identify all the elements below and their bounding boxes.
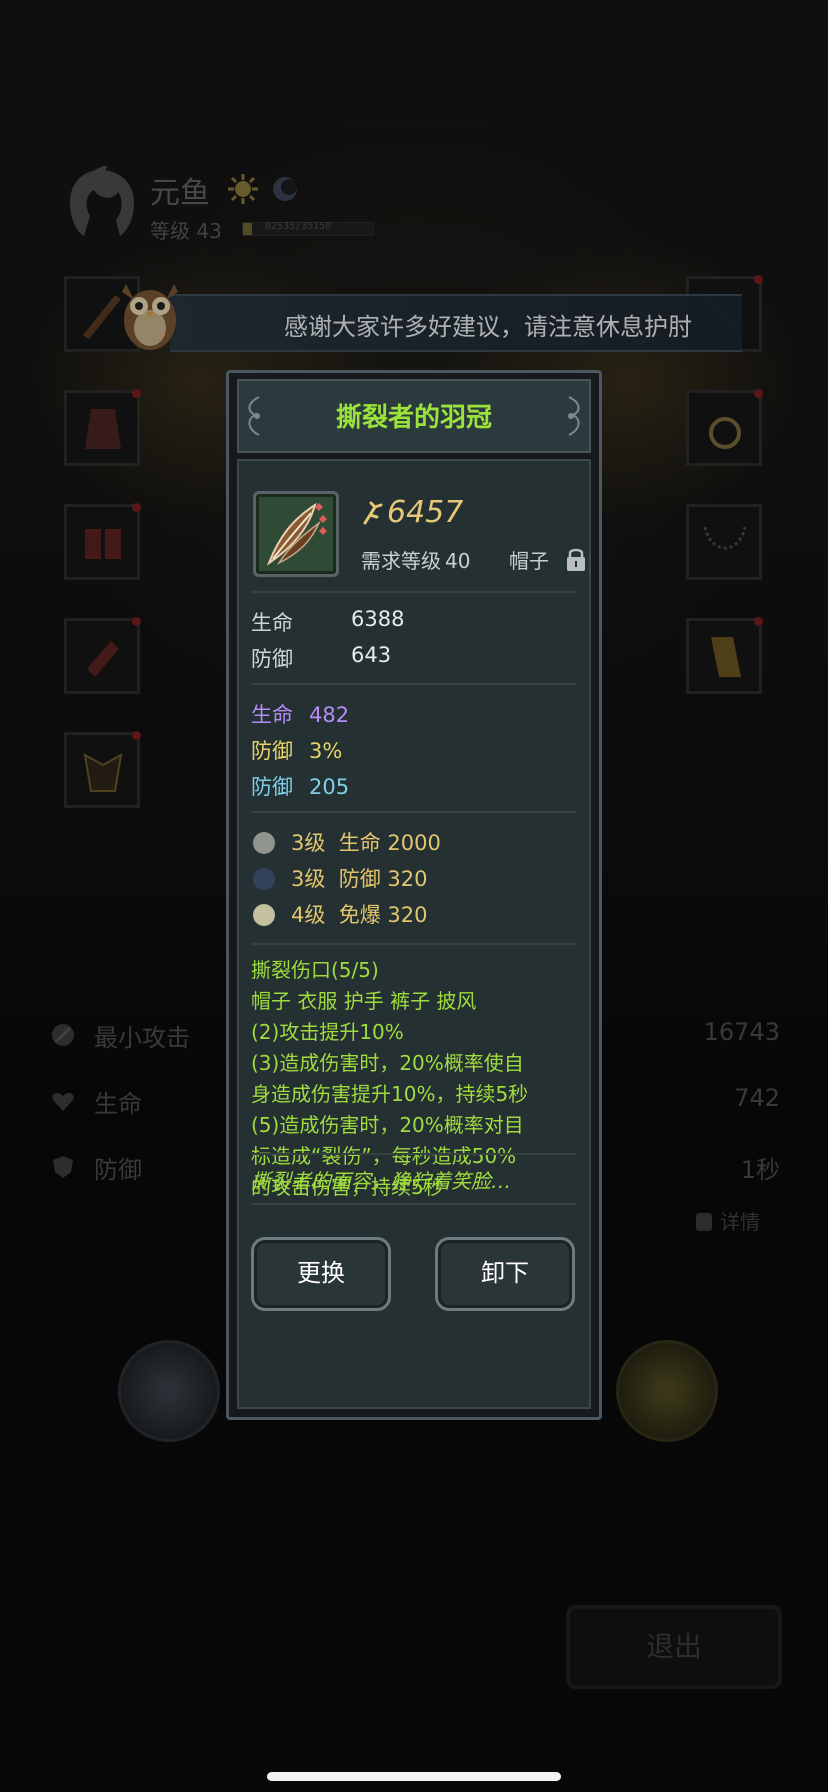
- divider: [251, 943, 577, 945]
- item-detail-modal: 撕裂者的羽冠 6457 需求等级 40 帽子 生命 6388 防御 643 生命…: [226, 370, 602, 1420]
- stat-label: 生命: [251, 703, 293, 727]
- gem-stone-icon: [253, 832, 275, 854]
- lock-icon[interactable]: [565, 545, 587, 577]
- gem-sapphire-icon: [253, 868, 275, 890]
- gem-level: 3级: [291, 831, 326, 855]
- bonus-stat-defense: 防御 205: [251, 771, 349, 801]
- divider: [251, 1203, 577, 1205]
- modal-header: 撕裂者的羽冠: [237, 379, 591, 453]
- bonus-stat-hp: 生命 482: [251, 699, 349, 729]
- item-icon-frame: [253, 491, 339, 577]
- gem-effect: 生命 2000: [338, 831, 441, 855]
- stat-value: 3%: [309, 739, 343, 763]
- divider: [251, 591, 577, 593]
- set-bonus-2: (2)攻击提升10%: [251, 1020, 404, 1044]
- slot-type: 帽子: [509, 549, 549, 573]
- item-name: 撕裂者的羽冠: [335, 403, 492, 433]
- divider: [251, 683, 577, 685]
- replace-button[interactable]: 更换: [251, 1237, 391, 1311]
- home-indicator[interactable]: [267, 1772, 561, 1781]
- stat-label: 生命: [251, 611, 293, 635]
- stat-label: 防御: [251, 739, 293, 763]
- gem-level: 3级: [291, 867, 326, 891]
- requirement: 需求等级 40: [361, 545, 470, 574]
- stat-label: 防御: [251, 775, 293, 799]
- ornament-right-icon: [568, 396, 580, 436]
- stat-value: 205: [309, 775, 350, 799]
- requirement-label: 需求等级: [361, 549, 441, 573]
- gem-level: 4级: [291, 903, 326, 927]
- stat-value: 6388: [351, 607, 405, 631]
- stat-value: 643: [351, 643, 392, 667]
- feather-icon: [266, 502, 327, 566]
- gem-pearl-icon: [253, 904, 275, 926]
- power-icon: [361, 501, 383, 531]
- set-bonus-5: (5)造成伤害时，20%概率对目: [251, 1113, 524, 1137]
- set-bonus-3-cont: 身造成伤害提升10%，持续5秒: [251, 1082, 529, 1106]
- modal-body: 6457 需求等级 40 帽子 生命 6388 防御 643 生命 482 防御 3%…: [237, 459, 591, 1409]
- requirement-level: 40: [445, 549, 471, 573]
- divider: [251, 1153, 577, 1155]
- set-pieces: 帽子 衣服 护手 裤子 披风: [251, 989, 477, 1013]
- set-title: 撕裂伤口(5/5): [251, 958, 379, 982]
- bonus-stat-defense-pct: 防御 3%: [251, 735, 342, 765]
- divider: [251, 811, 577, 813]
- flavor-text: 撕裂者的面容，狰狞着笑脸…: [251, 1169, 511, 1193]
- gem-line: 3级 防御 320: [291, 863, 428, 893]
- unequip-button[interactable]: 卸下: [435, 1237, 575, 1311]
- gem-effect: 防御 320: [338, 867, 428, 891]
- set-bonus-3: (3)造成伤害时，20%概率使自: [251, 1051, 524, 1075]
- stat-label: 防御: [251, 647, 293, 671]
- gem-effect: 免爆 320: [338, 903, 428, 927]
- gem-line: 3级 生命 2000: [291, 827, 441, 857]
- gem-line: 4级 免爆 320: [291, 899, 428, 929]
- item-power: 6457: [387, 495, 464, 530]
- stat-value: 482: [309, 703, 350, 727]
